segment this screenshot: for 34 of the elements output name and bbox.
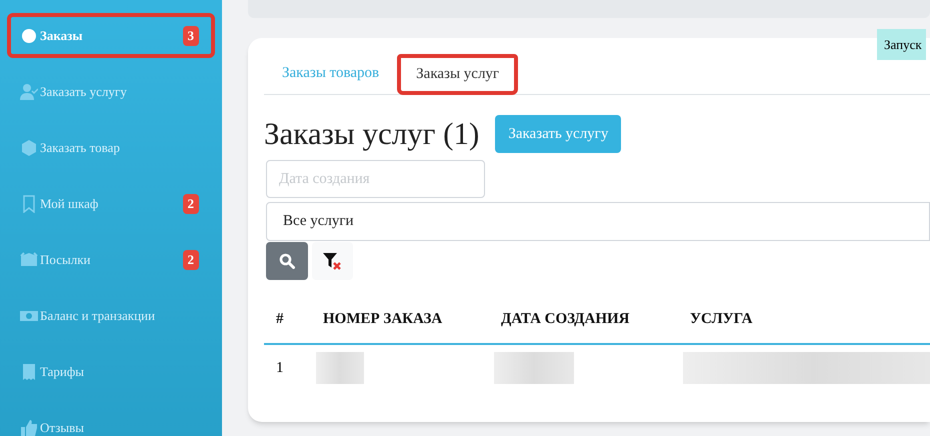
order-service-button[interactable]: Заказать услугу (495, 115, 622, 153)
launch-chip[interactable]: Запуск (877, 29, 926, 60)
receipt-icon (20, 362, 38, 380)
sidebar-item[interactable]: Тарифы (7, 349, 215, 394)
date-field[interactable]: Дата создания (266, 160, 485, 198)
sidebar-item[interactable]: Посылки 2 (7, 237, 215, 282)
box-icon (20, 250, 38, 268)
filter-clear-icon (322, 251, 344, 271)
sidebar-item[interactable]: Заказы 3 (7, 13, 215, 58)
sidebar-item[interactable]: Мой шкаф 2 (7, 181, 215, 226)
clear-filter-button[interactable] (312, 242, 353, 280)
service-select[interactable]: Все услуги (266, 202, 930, 241)
user-check-icon (20, 82, 38, 100)
count-badge: 2 (182, 194, 199, 214)
count-badge: 2 (182, 250, 199, 270)
tab[interactable]: Заказы товаров (264, 53, 398, 94)
cube-icon (20, 138, 38, 156)
sidebar-item[interactable]: Заказать услугу (7, 69, 215, 114)
column-header: # (275, 310, 284, 329)
column-header: ДАТА СОЗДАНИЯ (500, 310, 630, 329)
column-header: НОМЕР ЗАКАЗА (322, 310, 444, 329)
circle-icon (20, 26, 38, 44)
search-button[interactable] (266, 242, 308, 280)
page-heading: Заказы услуг (1) (264, 115, 480, 153)
column-header: УСЛУГА (689, 310, 754, 329)
search-icon (279, 253, 295, 269)
thumb-icon (20, 418, 38, 436)
count-badge: 3 (182, 26, 199, 46)
sidebar-item[interactable]: Отзывы (7, 405, 215, 436)
redacted-text (316, 352, 364, 384)
tab[interactable]: Заказы услуг (397, 54, 518, 95)
sidebar-item[interactable]: Баланс и транзакции (7, 293, 215, 338)
sidebar-item[interactable]: Заказать товар (7, 125, 215, 170)
table-cell-text: 1 (275, 358, 284, 378)
